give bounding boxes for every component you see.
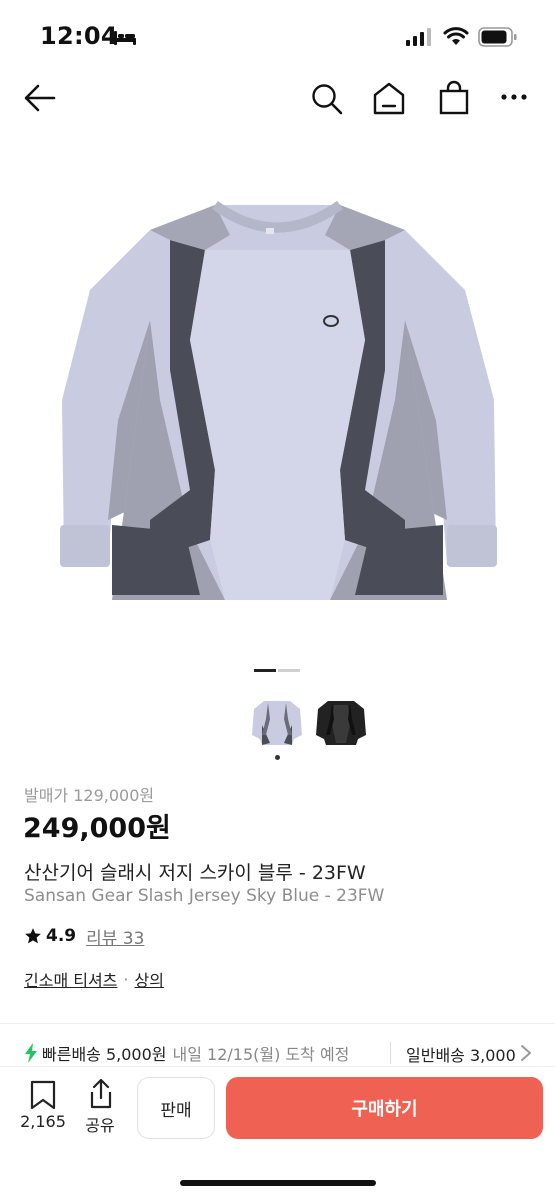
search-icon[interactable] — [310, 82, 344, 116]
share-icon[interactable] — [87, 1078, 115, 1110]
gallery-indicator — [278, 669, 300, 672]
normal-shipping-label[interactable]: 일반배송 3,000원 — [406, 1042, 516, 1066]
back-arrow-icon[interactable] — [22, 80, 58, 116]
chevron-right-icon[interactable] — [518, 1043, 534, 1063]
sell-button[interactable]: 판매 — [137, 1077, 215, 1139]
battery-icon — [478, 27, 517, 47]
shipping-separator — [390, 1042, 391, 1064]
bottom-bar-divider — [0, 1066, 555, 1067]
category-link-long-sleeve[interactable]: 긴소매 티셔츠 — [24, 967, 117, 991]
fast-shipping-option[interactable]: 빠른배송 5,000원 내일 12/15(월) 도착 예정 — [24, 1040, 349, 1066]
divider — [0, 1023, 555, 1024]
rating-row: 4.9 리뷰 33 — [24, 924, 144, 949]
shopping-bag-icon[interactable] — [438, 80, 470, 116]
thumbnail-black[interactable] — [314, 695, 368, 747]
home-icon[interactable] — [372, 80, 406, 116]
share-label[interactable]: 공유 — [80, 1112, 120, 1136]
home-indicator — [180, 1180, 376, 1186]
category-separator: · — [123, 969, 129, 989]
bolt-icon — [25, 1043, 37, 1063]
wish-count: 2,165 — [20, 1112, 66, 1131]
rating-value: 4.9 — [46, 926, 77, 946]
fast-shipping-label: 빠른배송 5,000원 — [42, 1045, 167, 1064]
thumbnail-sky-blue[interactable] — [250, 695, 304, 747]
star-icon — [25, 928, 41, 944]
status-time: 12:04 — [40, 22, 118, 50]
price: 249,000원 — [23, 813, 171, 844]
release-price: 발매가 129,000원 — [24, 786, 155, 805]
product-name-ko: 산산기어 슬래시 저지 스카이 블루 - 23FW — [24, 862, 366, 884]
bookmark-icon[interactable] — [29, 1080, 57, 1110]
category-link-top[interactable]: 상의 — [135, 967, 164, 991]
thumbnail-selected-dot — [275, 755, 280, 760]
more-icon[interactable] — [500, 92, 528, 102]
gallery-indicator-active — [254, 669, 276, 672]
fast-shipping-date: 내일 12/15(월) 도착 예정 — [172, 1045, 350, 1064]
bed-icon — [114, 31, 136, 45]
category-breadcrumb: 긴소매 티셔츠 · 상의 — [24, 967, 164, 991]
wifi-icon — [443, 27, 469, 45]
product-image[interactable] — [0, 140, 555, 660]
review-link[interactable]: 리뷰 33 — [86, 924, 144, 949]
product-name-en: Sansan Gear Slash Jersey Sky Blue - 23FW — [24, 886, 385, 906]
signal-icon — [406, 28, 431, 46]
buy-button[interactable]: 구매하기 — [226, 1077, 543, 1139]
